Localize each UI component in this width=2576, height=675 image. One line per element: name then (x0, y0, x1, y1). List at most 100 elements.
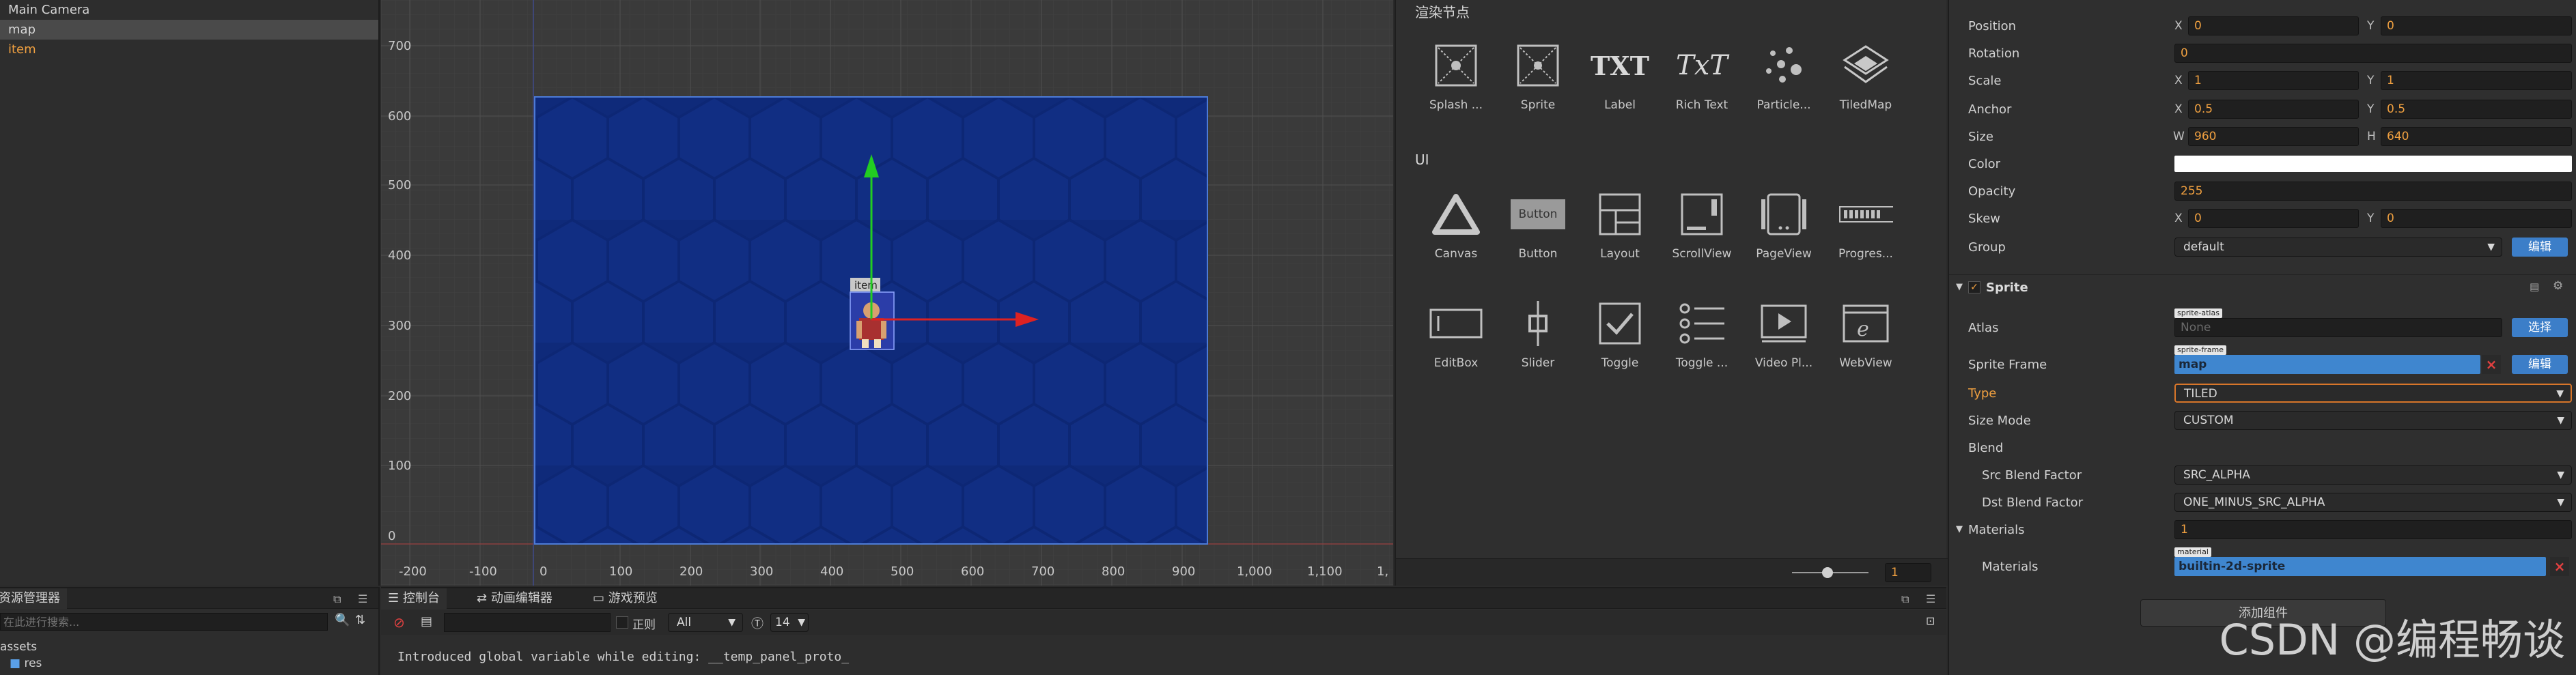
tab-console[interactable]: ☰ 控制台 (381, 588, 447, 609)
position-y-input[interactable]: 0 (2381, 16, 2572, 35)
rotation-input[interactable]: 0 (2174, 44, 2572, 63)
hierarchy-item-item[interactable]: item (0, 40, 378, 59)
material-remove-icon[interactable]: × (2550, 557, 2569, 576)
assets-panel: 资源管理器 ⧉ ☰ 🔍 ⇅ assets ■ res (0, 587, 380, 675)
collapse-arrow-icon[interactable]: ▼ (1956, 524, 1963, 534)
hierarchy-item-main-camera[interactable]: Main Camera (0, 0, 378, 20)
zoom-input[interactable]: 1 (1885, 563, 1931, 582)
asset-folder-res[interactable]: ■ res (0, 655, 378, 672)
library-item-progress[interactable]: Progres... (1825, 187, 1907, 261)
size-height-input[interactable]: 640 (2381, 127, 2572, 146)
y-tick-label: 600 (388, 109, 411, 124)
library-item-sprite[interactable]: Sprite (1497, 38, 1579, 112)
material-input[interactable]: builtin-2d-sprite (2174, 557, 2546, 576)
tiledmap-icon (1838, 38, 1893, 93)
library-item-scrollview[interactable]: ScrollView (1661, 187, 1743, 261)
library-item-toggle[interactable]: Toggle (1579, 296, 1661, 370)
tab-assets[interactable]: 资源管理器 (0, 588, 67, 609)
sprite-enabled-checkbox[interactable]: ✓ (1968, 281, 1980, 293)
open-log-icon[interactable]: ▤ (421, 614, 432, 629)
asset-folder-assets[interactable]: assets (0, 639, 378, 655)
library-item-pageview[interactable]: PageView (1743, 187, 1825, 261)
book-icon[interactable]: ▤ (2530, 281, 2539, 293)
menu-icon[interactable]: ☰ (358, 592, 367, 605)
library-item-label[interactable]: TXT Label (1579, 38, 1661, 113)
size-width-input[interactable]: 960 (2188, 127, 2359, 146)
position-x-input[interactable]: 0 (2188, 16, 2359, 35)
library-item-tiledmap[interactable]: TiledMap (1825, 38, 1907, 112)
clear-icon[interactable]: ⊘ (393, 614, 405, 631)
library-item-toggle-group[interactable]: Toggle ... (1661, 296, 1743, 370)
library-item-slider[interactable]: Slider (1497, 296, 1579, 370)
x-tick-label: 700 (1031, 564, 1054, 579)
atlas-select-button[interactable]: 选择 (2512, 318, 2568, 337)
library-item-button[interactable]: Button Button (1497, 187, 1579, 261)
render-nodes-title: 渲染节点 (1415, 4, 1470, 20)
regex-checkbox[interactable] (616, 616, 628, 629)
popout-icon[interactable]: ⧉ (333, 592, 341, 606)
library-item-editbox[interactable]: EditBox (1415, 296, 1497, 370)
anchor-y-input[interactable]: 0.5 (2381, 100, 2572, 119)
dst-blend-select[interactable]: ONE_MINUS_SRC_ALPHA ▼ (2174, 493, 2572, 512)
group-row: Group default ▼ 编辑 (1949, 235, 2576, 259)
tab-game-preview[interactable]: ▭ 游戏预览 (586, 588, 664, 609)
sprite-frame-remove-icon[interactable]: × (2482, 355, 2501, 374)
inspector-panel: Position X 0 Y 0 Rotation 0 Scale X 1 Y … (1948, 0, 2576, 675)
library-item-canvas[interactable]: Canvas (1415, 187, 1497, 261)
assets-search-bar: 🔍 ⇅ (0, 612, 378, 632)
collapse-icon[interactable]: ⊡ (1926, 614, 1935, 627)
library-item-particle[interactable]: Particle... (1743, 38, 1825, 112)
font-size-select[interactable]: 14 ▼ (770, 613, 809, 632)
anchor-x-input[interactable]: 0.5 (2188, 100, 2359, 119)
size-mode-select[interactable]: CUSTOM ▼ (2174, 411, 2572, 430)
library-item-video-player[interactable]: Video Pl... (1743, 296, 1825, 370)
y-tick-label: 200 (388, 389, 411, 403)
hierarchy-item-map[interactable]: map (0, 20, 378, 40)
sprite-frame-tag: sprite-frame (2174, 345, 2226, 355)
log-level-select[interactable]: All ▼ (668, 613, 743, 632)
scene-view[interactable]: item 700 600 500 400 300 200 100 0 -200 … (381, 0, 1393, 586)
group-select[interactable]: default ▼ (2174, 238, 2502, 257)
y-tick-label: 300 (388, 319, 411, 333)
opacity-input[interactable]: 255 (2174, 182, 2572, 201)
assets-search-input[interactable] (0, 613, 328, 631)
atlas-input[interactable]: None (2174, 318, 2502, 337)
video-player-icon (1756, 296, 1811, 351)
group-edit-button[interactable]: 编辑 (2512, 238, 2568, 257)
search-icon[interactable]: 🔍 (335, 613, 350, 627)
materials-header-row: ▼ Materials 1 (1949, 517, 2576, 542)
splash-icon (1429, 38, 1483, 93)
library-item-rich-text[interactable]: TxT Rich Text (1661, 38, 1743, 112)
materials-count-input[interactable]: 1 (2174, 520, 2572, 539)
x-tick-label: 0 (540, 564, 547, 579)
scene-canvas[interactable]: item 700 600 500 400 300 200 100 0 -200 … (381, 0, 1393, 586)
rotation-row: Rotation 0 (1949, 41, 2576, 66)
sprite-frame-edit-button[interactable]: 编辑 (2512, 355, 2568, 374)
sprite-component-header[interactable]: ▼ ✓ Sprite ▤ ⚙ (1949, 274, 2576, 299)
zoom-slider-handle[interactable] (1822, 567, 1833, 578)
scale-y-input[interactable]: 1 (2381, 71, 2572, 90)
collapse-arrow-icon[interactable]: ▼ (1956, 282, 1963, 292)
type-select[interactable]: TILED ▼ (2174, 384, 2572, 403)
sort-icon[interactable]: ⇅ (355, 613, 365, 627)
popout-icon[interactable]: ⧉ (1901, 592, 1909, 606)
gear-icon[interactable]: ⚙ (2553, 279, 2563, 293)
tab-animation-editor[interactable]: ⇄ 动画编辑器 (470, 588, 559, 609)
library-item-layout[interactable]: Layout (1579, 187, 1661, 261)
x-tick-label: 200 (680, 564, 703, 579)
library-item-splash[interactable]: Splash ... (1415, 38, 1497, 112)
console-icon: ☰ (388, 591, 400, 605)
console-filter-input[interactable] (444, 613, 611, 632)
scale-x-input[interactable]: 1 (2188, 71, 2359, 90)
sprite-frame-input[interactable]: map (2174, 355, 2480, 374)
src-blend-select[interactable]: SRC_ALPHA ▼ (2174, 465, 2572, 485)
skew-x-input[interactable]: 0 (2188, 209, 2359, 228)
folder-icon: ■ (10, 657, 21, 670)
type-row: Type TILED ▼ (1949, 381, 2576, 405)
skew-y-input[interactable]: 0 (2381, 209, 2572, 228)
color-swatch[interactable] (2174, 156, 2572, 172)
y-tick-label: 500 (388, 178, 411, 192)
chevron-down-icon: ▼ (2557, 497, 2564, 508)
library-item-webview[interactable]: e WebView (1825, 296, 1907, 370)
menu-icon[interactable]: ☰ (1926, 592, 1935, 605)
